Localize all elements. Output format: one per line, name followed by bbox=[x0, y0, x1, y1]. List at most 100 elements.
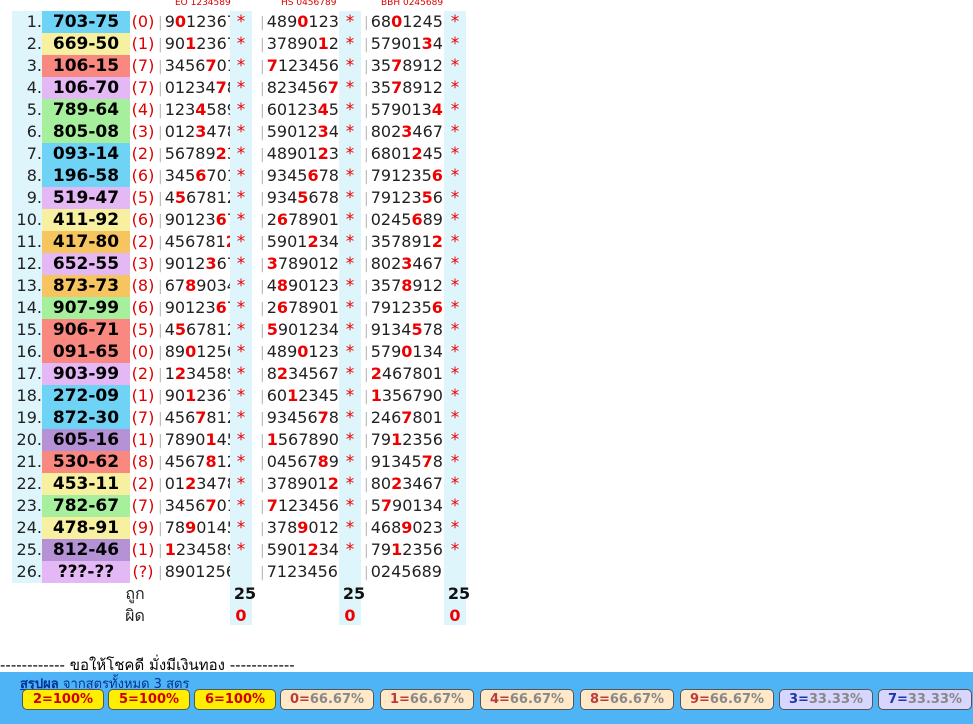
matched-digit: 1 bbox=[391, 430, 403, 449]
matched-digit: 6 bbox=[431, 298, 443, 317]
digits-before: 2 bbox=[266, 298, 277, 317]
digits-before: 489 bbox=[266, 342, 298, 361]
column-separator: | bbox=[364, 389, 369, 405]
column-separator: | bbox=[158, 81, 163, 97]
formula-digits: |0123478 bbox=[158, 473, 237, 495]
digits-after: 34 bbox=[318, 232, 339, 251]
column-separator: | bbox=[158, 345, 163, 361]
digits-after: 023 bbox=[412, 518, 443, 537]
column-separator: | bbox=[260, 59, 265, 75]
formula-digits: |0123478 bbox=[158, 77, 237, 99]
hit-star: * bbox=[230, 165, 252, 187]
formula-digits: | 7912356 bbox=[364, 429, 443, 451]
result-row: 3. 106-15 (7) | 3456701 * | 7123456 * | 3578912 * bbox=[0, 55, 470, 77]
result-row: 4.106-70(7)|0123478*|8234567*|3578912* bbox=[0, 77, 470, 99]
column-separator: | bbox=[260, 235, 265, 251]
hit-star: * bbox=[339, 187, 361, 209]
result-row: 12. 652-55 (3) | 9012367 * | 3789012 * | 8023467 * bbox=[0, 253, 470, 275]
wrong-label: ผิด bbox=[125, 606, 145, 625]
badge-digit: 2 bbox=[32, 692, 42, 707]
matched-digit: 6 bbox=[431, 166, 443, 185]
digits-before: 48901 bbox=[266, 144, 318, 163]
column-separator: | bbox=[260, 367, 265, 383]
matched-digit: 9 bbox=[297, 518, 309, 537]
digits-after: 89 bbox=[422, 210, 443, 229]
column-separator: | bbox=[364, 103, 369, 119]
lottery-result: 093-14 bbox=[42, 143, 130, 165]
digit-rate-badge: 3=33.33% bbox=[779, 689, 873, 710]
column-separator: | bbox=[158, 125, 163, 141]
digits-before: 246 bbox=[370, 408, 402, 427]
lottery-result: 091-65 bbox=[42, 341, 130, 363]
row-number: 25. bbox=[12, 539, 42, 561]
matched-digit: 6 bbox=[215, 210, 227, 229]
column-separator: | bbox=[364, 521, 369, 537]
formula-digits: | 3456701 bbox=[158, 165, 237, 187]
digits-after: 8 bbox=[328, 408, 339, 427]
hit-star: * bbox=[230, 429, 252, 451]
row-number: 4. bbox=[12, 77, 42, 99]
hit-star: * bbox=[230, 473, 252, 495]
matched-digit: 2 bbox=[307, 232, 319, 251]
matched-digit: 0 bbox=[297, 342, 309, 361]
digits-before: 2 bbox=[266, 210, 277, 229]
hit-star: * bbox=[230, 539, 252, 561]
matched-digit: 2 bbox=[276, 364, 289, 383]
column-separator: | bbox=[364, 81, 369, 97]
hit-star: * bbox=[444, 385, 466, 407]
digits-before: 9345 bbox=[266, 166, 308, 185]
digits-before: 3456 bbox=[164, 56, 206, 75]
badge-digit: 4 bbox=[489, 692, 499, 707]
key-digit: (?) bbox=[132, 562, 154, 581]
digits-before: 90123 bbox=[164, 298, 216, 317]
badge-equals: = bbox=[498, 692, 510, 707]
matched-digit: 1 bbox=[205, 430, 217, 449]
matched-digit: 2 bbox=[307, 540, 319, 559]
row-number: 7. bbox=[12, 143, 42, 165]
formula-digits: | 1356790 bbox=[364, 385, 443, 407]
column-separator: | bbox=[158, 257, 163, 273]
digits-before: 5 bbox=[370, 496, 381, 515]
result-row: 20. 605-16 (1) | 7890145 * | 1567890 * | 7912356 * bbox=[0, 429, 470, 451]
formula-digits: |4567812 bbox=[158, 451, 237, 473]
hit-star: * bbox=[339, 253, 361, 275]
hit-star: * bbox=[444, 429, 466, 451]
digits-before: 79123 bbox=[370, 188, 422, 207]
row-number: 21. bbox=[12, 451, 42, 473]
lottery-result: 196-58 bbox=[42, 165, 130, 187]
digits-before: 378 bbox=[266, 518, 298, 537]
matched-digit: 1 bbox=[164, 540, 176, 559]
digits-before: 80 bbox=[370, 474, 392, 493]
hit-star: * bbox=[444, 517, 466, 539]
hit-star: * bbox=[444, 473, 466, 495]
matched-digit: 2 bbox=[317, 144, 329, 163]
formula-digits: | 0456789 bbox=[260, 451, 339, 473]
digits-before: 345 bbox=[164, 166, 196, 185]
column-separator: | bbox=[158, 521, 163, 537]
digits-before: 93456 bbox=[266, 408, 318, 427]
formula-digits: |9012367 bbox=[158, 297, 237, 319]
hit-star: * bbox=[230, 495, 252, 517]
hit-star: * bbox=[230, 297, 252, 319]
formula-digits: | 1234589 bbox=[158, 539, 237, 561]
digits-before: 456781 bbox=[164, 232, 226, 251]
digits-before: 468 bbox=[370, 518, 402, 537]
hit-star: * bbox=[339, 77, 361, 99]
matched-digit: 7 bbox=[215, 78, 227, 97]
matched-digit: 7 bbox=[401, 408, 413, 427]
digits-before: 01234 bbox=[164, 78, 216, 97]
result-row: 16. 091-65 (0) | 8901256 * | 4890123 * | 5790134 * bbox=[0, 341, 470, 363]
row-number: 6. bbox=[12, 121, 42, 143]
column-separator: | bbox=[260, 257, 265, 273]
digits-before: 60 bbox=[266, 386, 288, 405]
badge-percent: 100% bbox=[224, 692, 266, 707]
lottery-result: 417-80 bbox=[42, 231, 130, 253]
digits-before: 579 bbox=[370, 342, 402, 361]
column-separator: | bbox=[260, 323, 265, 339]
matched-digit: 1 bbox=[185, 386, 197, 405]
hit-star: * bbox=[444, 33, 466, 55]
hit-star: * bbox=[339, 99, 361, 121]
correct-count: 25 bbox=[342, 584, 366, 603]
result-row: 11.417-80(2)|4567812*|5901234*|3578912* bbox=[0, 231, 470, 253]
formula-digits: | 9345678 bbox=[260, 187, 339, 209]
